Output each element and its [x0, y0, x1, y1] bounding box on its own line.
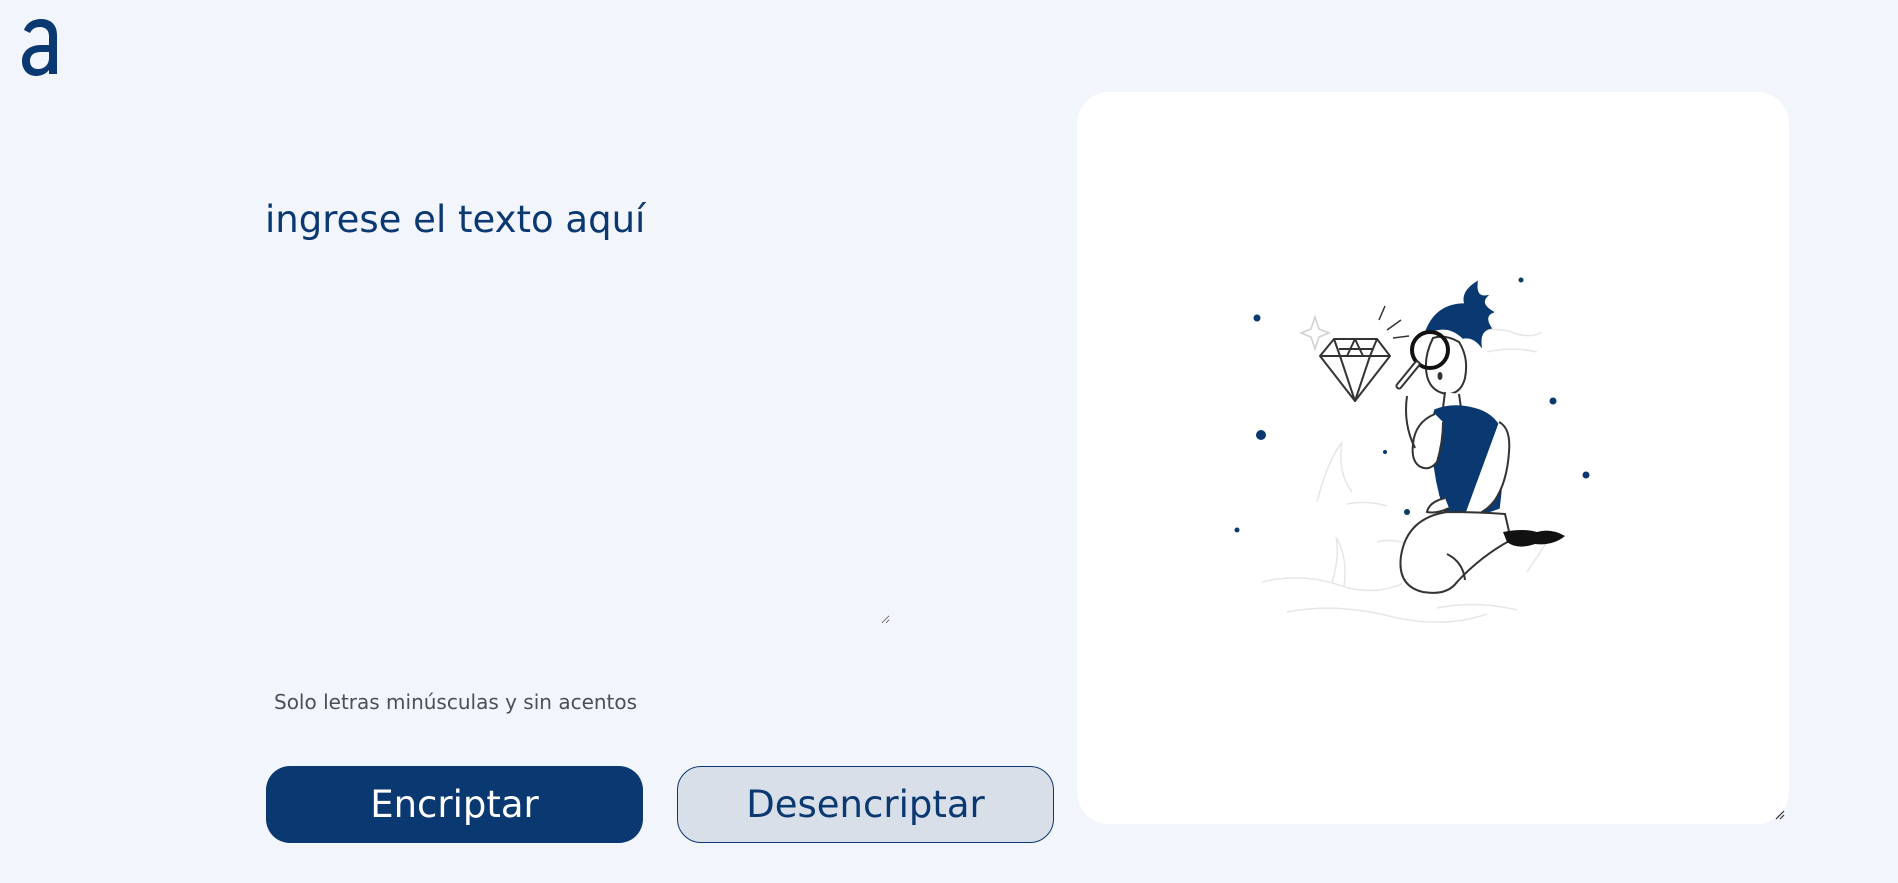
hint-text: Solo letras minúsculas y sin acentos: [274, 690, 638, 714]
encrypt-button[interactable]: Encriptar: [266, 766, 643, 843]
text-input[interactable]: [265, 194, 890, 624]
resize-handle-icon[interactable]: [1773, 808, 1785, 820]
logo-icon: [18, 16, 62, 78]
decrypt-button[interactable]: Desencriptar: [677, 766, 1054, 843]
hint: Solo letras minúsculas y sin acentos: [266, 689, 637, 715]
output-panel[interactable]: [1077, 92, 1789, 824]
person-with-magnifier-illustration: [1234, 277, 1590, 623]
